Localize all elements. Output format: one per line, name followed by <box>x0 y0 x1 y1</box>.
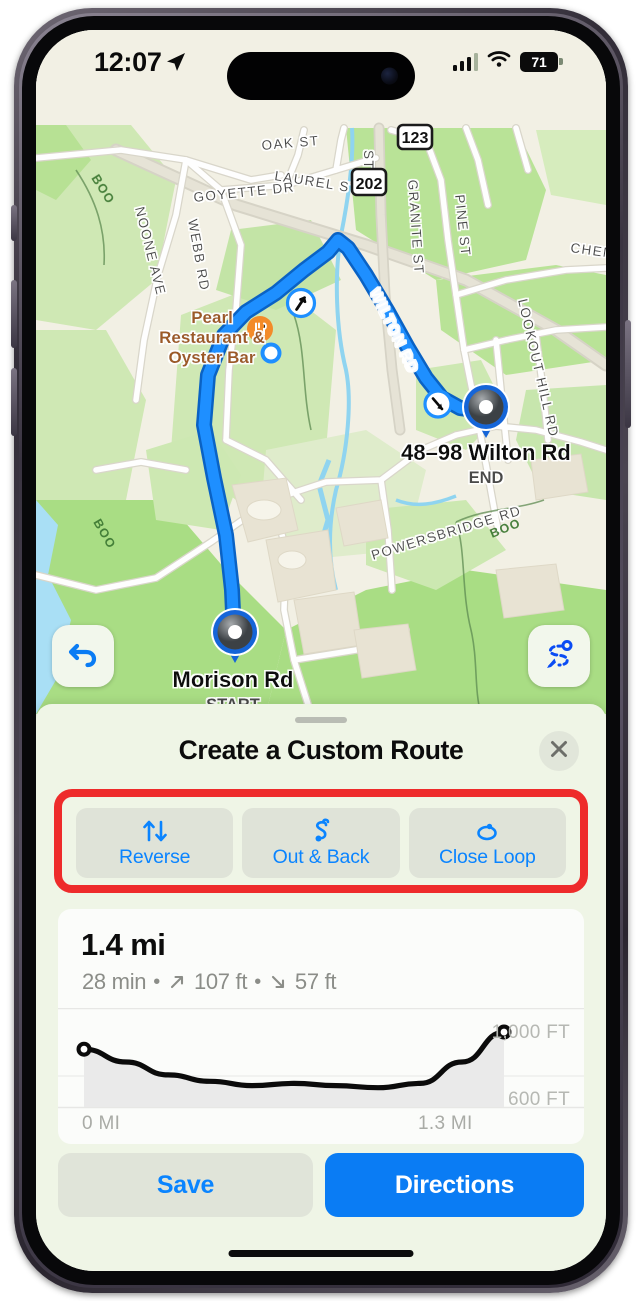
volume-down-button[interactable] <box>11 368 17 436</box>
meta-separator-2: • <box>254 970 261 993</box>
map-canvas[interactable]: OAK ST LAUREL ST GOYETTE DR NOONE AVE WE… <box>36 30 606 714</box>
svg-text:Oyster Bar: Oyster Bar <box>169 348 256 367</box>
up-down-arrows-icon <box>140 817 170 845</box>
svg-text:202: 202 <box>356 176 383 193</box>
elevation-x-start-label: 0 MI <box>82 1113 121 1134</box>
reverse-label: Reverse <box>119 846 191 868</box>
svg-text:ST: ST <box>361 150 376 170</box>
sheet-title: Create a Custom Route <box>178 735 464 765</box>
elevation-chart: 1,000 FT 600 FT 0 MI 1.3 MI <box>58 1007 584 1144</box>
close-icon <box>548 738 570 765</box>
svg-text:123: 123 <box>402 130 429 147</box>
save-button[interactable]: Save <box>58 1153 313 1217</box>
custom-route-sheet: Create a Custom Route Reverse Out & Back… <box>36 704 606 1271</box>
reverse-button[interactable]: Reverse <box>76 808 234 878</box>
close-loop-button[interactable]: Close Loop <box>408 808 566 878</box>
meta-separator-1: • <box>153 970 160 993</box>
elevation-x-end-label: 1.3 MI <box>418 1113 473 1134</box>
front-camera <box>381 67 398 85</box>
arrow-down-right-icon <box>268 969 288 995</box>
svg-text:Morison Rd: Morison Rd <box>173 667 294 692</box>
undo-arrow-icon <box>66 637 100 676</box>
sheet-grabber[interactable] <box>295 717 347 723</box>
route-waypoints-icon <box>542 637 576 676</box>
dynamic-island <box>227 52 415 100</box>
svg-text:48–98 Wilton Rd: 48–98 Wilton Rd <box>401 440 571 465</box>
svg-text:Pearl: Pearl <box>191 308 233 327</box>
out-and-back-icon <box>306 817 336 845</box>
close-button[interactable] <box>539 731 579 771</box>
route-ascent: 107 ft <box>193 969 248 994</box>
route-meta: 28 min • 107 ft • 57 ft <box>82 969 337 995</box>
svg-text:END: END <box>469 469 504 487</box>
volume-up-button[interactable] <box>11 280 17 348</box>
route-duration: 28 min <box>82 969 147 994</box>
arrow-up-right-icon <box>167 969 187 995</box>
svg-text:Restaurant &: Restaurant & <box>159 328 265 347</box>
home-indicator[interactable] <box>228 1250 414 1257</box>
elevation-y-top-label: 1,000 FT <box>491 1022 570 1043</box>
close-loop-label: Close Loop <box>438 846 536 868</box>
out-and-back-label: Out & Back <box>272 846 370 868</box>
elevation-y-bottom-label: 600 FT <box>508 1089 570 1110</box>
silent-switch[interactable] <box>11 205 17 241</box>
route-options-button[interactable] <box>528 625 590 687</box>
route-action-buttons: Reverse Out & Back Close Loop <box>54 789 588 893</box>
directions-button[interactable]: Directions <box>325 1153 584 1217</box>
route-distance: 1.4 mi <box>81 927 166 962</box>
undo-button[interactable] <box>52 625 114 687</box>
screenshot-root: OAK ST LAUREL ST GOYETTE DR NOONE AVE WE… <box>0 0 642 1301</box>
sheet-footer: Save Directions <box>58 1153 584 1217</box>
phone-screen: OAK ST LAUREL ST GOYETTE DR NOONE AVE WE… <box>36 30 606 1271</box>
route-summary-card: 1.4 mi 28 min • 107 ft • 57 ft 1,000 FT … <box>58 909 584 1144</box>
out-and-back-button[interactable]: Out & Back <box>242 808 400 878</box>
route-descent: 57 ft <box>294 969 337 994</box>
close-loop-icon <box>472 817 502 845</box>
power-button[interactable] <box>625 320 631 428</box>
